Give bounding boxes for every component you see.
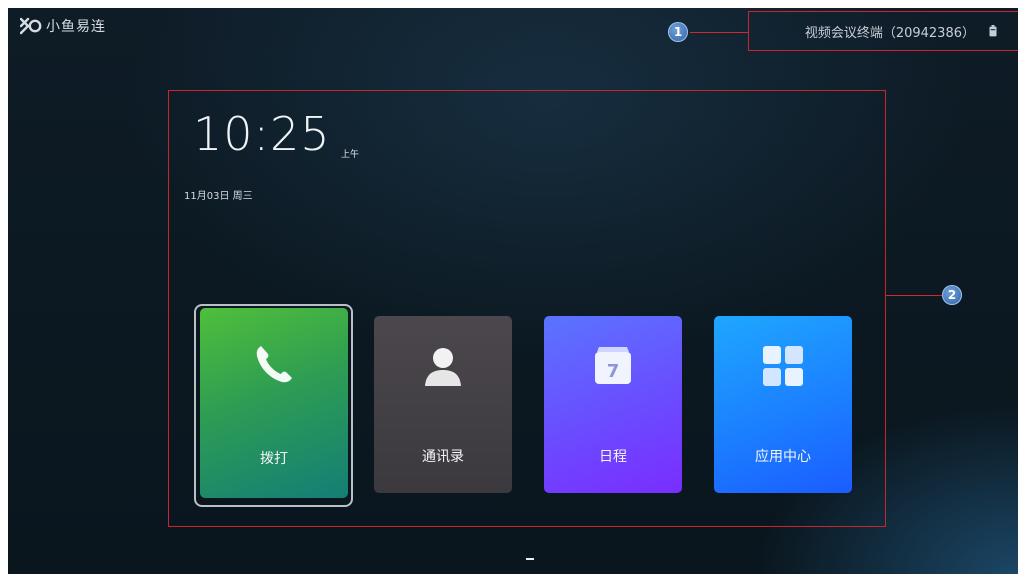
- tile-contacts[interactable]: 通讯录: [374, 316, 512, 493]
- tile-dial-label: 拨打: [260, 451, 288, 467]
- tile-schedule[interactable]: 7 日程: [544, 316, 682, 493]
- logo: 小鱼易连: [20, 16, 106, 36]
- page-indicator: [526, 558, 534, 560]
- apps-grid-icon: [763, 346, 803, 386]
- tile-app-center[interactable]: 应用中心: [714, 316, 852, 493]
- tile-schedule-label: 日程: [599, 449, 627, 465]
- tile-contacts-label: 通讯录: [422, 449, 464, 465]
- tv-home-screen: 小鱼易连 1 视频会议终端（20942386） 10:25 上午 11月03日 …: [8, 8, 1018, 574]
- callout-2: 2: [942, 285, 962, 305]
- calendar-icon: 7: [595, 347, 631, 384]
- logo-text: 小鱼易连: [46, 19, 106, 35]
- tile-dial[interactable]: 拨打: [200, 308, 348, 498]
- device-label: 视频会议终端（20942386）: [804, 25, 975, 41]
- clock-time: 10:25: [193, 107, 331, 161]
- xiaoyu-logo-icon: [20, 17, 42, 35]
- phone-icon: [256, 346, 292, 383]
- callout-1: 1: [668, 22, 688, 42]
- contact-icon: [425, 348, 461, 386]
- clock-date: 11月03日 周三: [184, 191, 253, 202]
- callout-1-line: [690, 32, 748, 33]
- tile-app-center-label: 应用中心: [755, 449, 811, 465]
- battery-icon: [989, 25, 997, 37]
- device-info-box: 视频会议终端（20942386）: [748, 11, 1018, 51]
- clock-ampm: 上午: [341, 150, 360, 160]
- callout-2-line: [886, 295, 942, 296]
- calendar-number: 7: [607, 361, 620, 382]
